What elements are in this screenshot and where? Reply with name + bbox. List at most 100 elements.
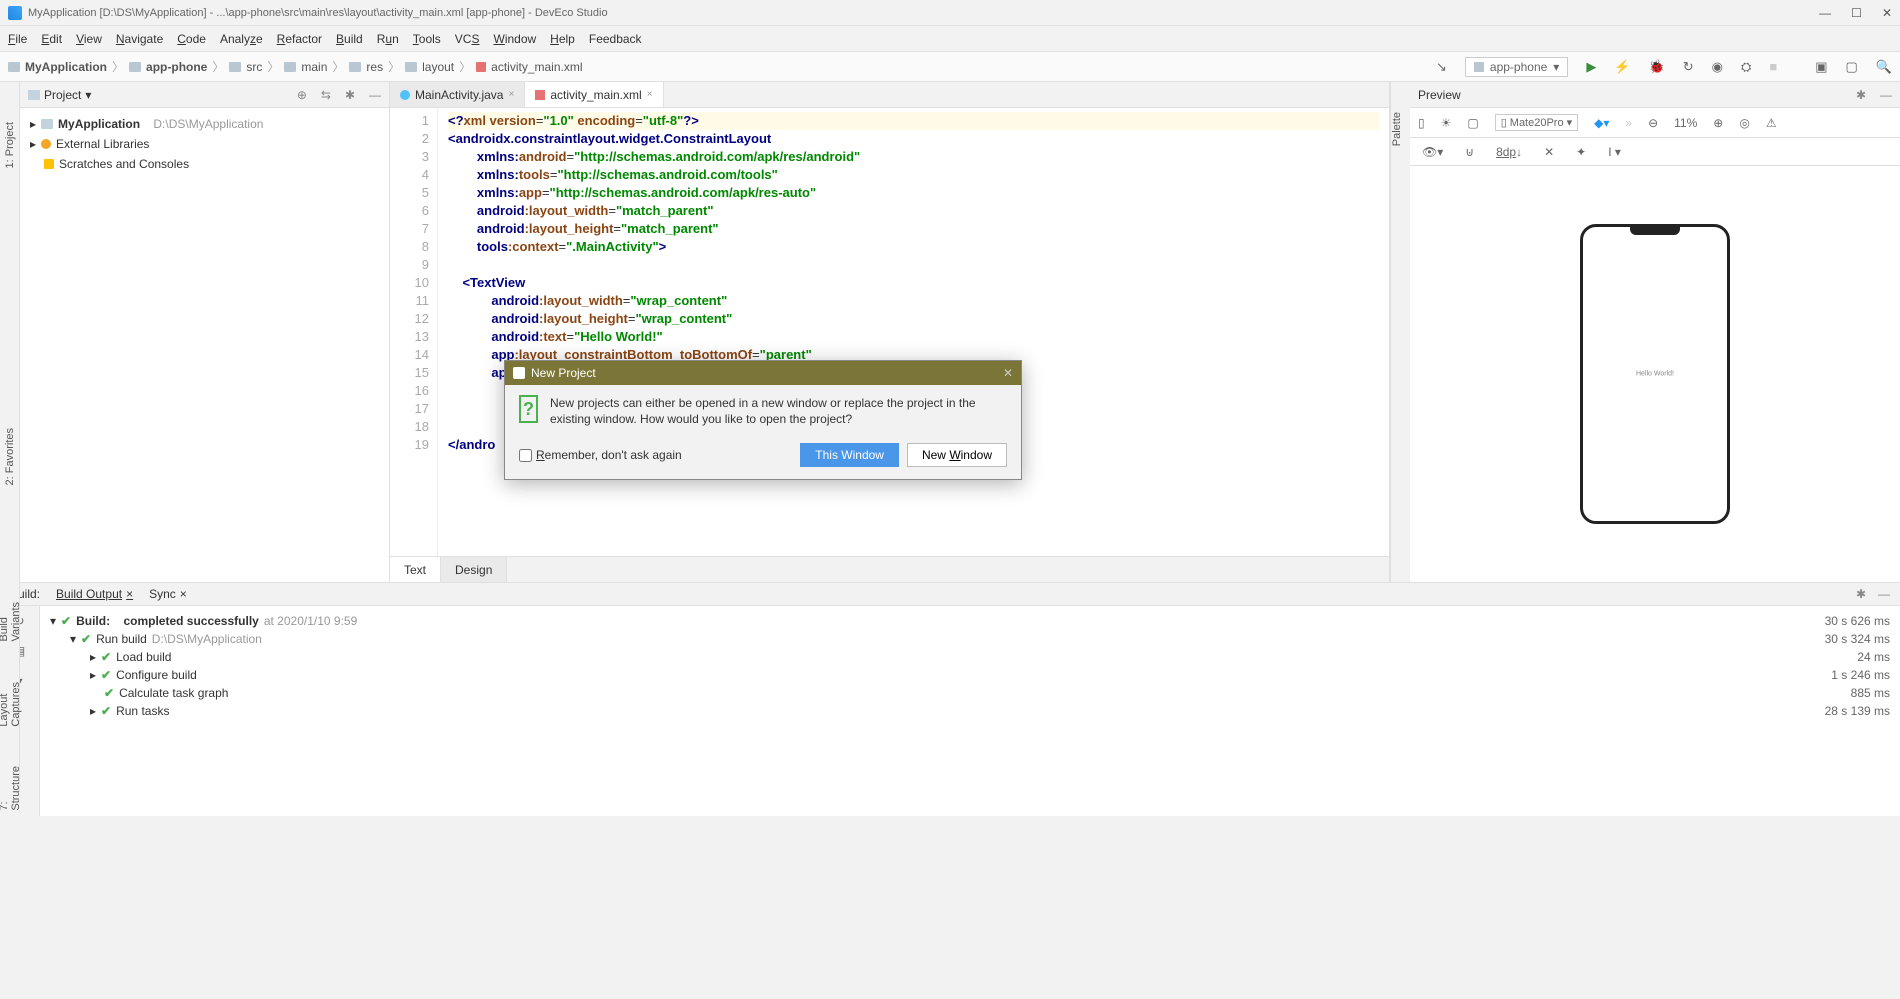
device-frame: Hello World! bbox=[1580, 224, 1730, 524]
project-view-label[interactable]: Project bbox=[44, 88, 81, 102]
avd-manager-icon[interactable]: ▣ bbox=[1815, 59, 1827, 75]
minimize-icon[interactable]: — bbox=[369, 88, 381, 102]
menu-code[interactable]: Code bbox=[177, 32, 206, 46]
theme-icon[interactable]: ▢ bbox=[1467, 116, 1478, 130]
build-calc[interactable]: ✔ Calculate task graph885 ms bbox=[50, 684, 1890, 702]
stop-icon[interactable]: ■ bbox=[1769, 59, 1777, 74]
breadcrumb[interactable]: MyApplication〉 app-phone〉 src〉 main〉 res… bbox=[8, 58, 583, 75]
tab-build-variants[interactable]: Build Variants bbox=[0, 602, 22, 642]
close-icon[interactable]: × bbox=[180, 587, 187, 601]
project-tree[interactable]: ▸ MyApplication D:\DS\MyApplication ▸ Ex… bbox=[20, 108, 389, 180]
crumb-module[interactable]: app-phone bbox=[146, 60, 207, 74]
menu-refactor[interactable]: Refactor bbox=[277, 32, 322, 46]
menu-vcs[interactable]: VCS bbox=[455, 32, 480, 46]
tab-structure[interactable]: 7: Structure bbox=[0, 766, 22, 811]
preview-toolbar-2: 👁▾ ⊍ 8dp↓ ✕ ✦ I ▾ bbox=[1410, 138, 1900, 166]
guidelines-icon[interactable]: I ▾ bbox=[1608, 145, 1621, 159]
view-options-icon[interactable]: 👁▾ bbox=[1422, 145, 1443, 159]
crumb-src[interactable]: src bbox=[246, 60, 262, 74]
close-icon[interactable]: × bbox=[126, 587, 133, 601]
remember-checkbox-input[interactable] bbox=[519, 449, 532, 462]
this-window-button[interactable]: This Window bbox=[800, 443, 899, 467]
gear-icon[interactable]: ✱ bbox=[1856, 587, 1866, 601]
gear-icon[interactable]: ✱ bbox=[1856, 88, 1866, 102]
close-tab-icon[interactable]: × bbox=[508, 89, 514, 100]
menu-analyze[interactable]: Analyze bbox=[220, 32, 263, 46]
build-root[interactable]: ▾ ✔ Build: completed successfully at 202… bbox=[50, 612, 1890, 630]
build-configure[interactable]: ▸ ✔ Configure build1 s 246 ms bbox=[50, 666, 1890, 684]
zoom-fit-icon[interactable]: ◎ bbox=[1739, 116, 1749, 130]
warnings-icon[interactable]: ⚠ bbox=[1766, 116, 1777, 130]
run-icon[interactable]: ▶ bbox=[1586, 59, 1596, 75]
code-editor[interactable]: 12345678910111213141516171819 <?xml vers… bbox=[390, 108, 1389, 556]
menu-edit[interactable]: Edit bbox=[41, 32, 62, 46]
clear-constraints-icon[interactable]: ✕ bbox=[1544, 145, 1554, 159]
api-level-icon[interactable]: ◆▾ bbox=[1594, 116, 1609, 130]
code-text[interactable]: <?xml version="1.0" encoding="utf-8"?><a… bbox=[438, 108, 1389, 556]
coverage-icon[interactable]: ↻ bbox=[1683, 59, 1694, 75]
bottom-tab-design[interactable]: Design bbox=[441, 557, 507, 582]
build-load[interactable]: ▸ ✔ Load build24 ms bbox=[50, 648, 1890, 666]
minimize-icon[interactable]: — bbox=[1878, 587, 1890, 601]
menu-tools[interactable]: Tools bbox=[413, 32, 441, 46]
build-tree[interactable]: ▾ ✔ Build: completed successfully at 202… bbox=[40, 606, 1900, 816]
expand-icon[interactable]: ⇆ bbox=[321, 88, 331, 102]
zoom-in-icon[interactable]: ⊕ bbox=[1713, 116, 1723, 130]
build-tasks[interactable]: ▸ ✔ Run tasks28 s 139 ms bbox=[50, 702, 1890, 720]
tree-project-root[interactable]: ▸ MyApplication D:\DS\MyApplication bbox=[30, 114, 379, 134]
build-tab-sync[interactable]: Sync × bbox=[149, 587, 187, 601]
menu-run[interactable]: Run bbox=[377, 32, 399, 46]
menu-navigate[interactable]: Navigate bbox=[116, 32, 163, 46]
dialog-titlebar[interactable]: New Project ✕ bbox=[505, 361, 1021, 385]
chevron-down-icon[interactable]: ▾ bbox=[85, 88, 91, 102]
search-icon[interactable]: 🔍 bbox=[1876, 59, 1892, 75]
minimize-button[interactable]: — bbox=[1819, 6, 1831, 20]
menu-feedback[interactable]: Feedback bbox=[589, 32, 642, 46]
attach-debugger-icon[interactable]: ⛭ bbox=[1741, 59, 1751, 75]
build-tab-output[interactable]: Build Output × bbox=[56, 587, 133, 601]
menu-view[interactable]: View bbox=[76, 32, 102, 46]
remember-checkbox[interactable]: Remember, don't ask again bbox=[519, 448, 682, 462]
menu-file[interactable]: File bbox=[8, 32, 27, 46]
close-tab-icon[interactable]: × bbox=[647, 89, 653, 100]
close-button[interactable]: ✕ bbox=[1882, 6, 1892, 20]
tab-layout-captures[interactable]: Layout Captures bbox=[0, 682, 22, 727]
maximize-button[interactable]: ☐ bbox=[1851, 6, 1862, 20]
sdk-manager-icon[interactable]: ▢ bbox=[1846, 59, 1858, 75]
tree-scratches[interactable]: Scratches and Consoles bbox=[30, 154, 379, 174]
build-run[interactable]: ▾ ✔ Run build D:\DS\MyApplication30 s 32… bbox=[50, 630, 1890, 648]
tab-palette[interactable]: Palette bbox=[1391, 112, 1403, 146]
tab-project[interactable]: 1: Project bbox=[4, 122, 16, 168]
profile-icon[interactable]: ◉ bbox=[1712, 59, 1723, 75]
tab-favorites[interactable]: 2: Favorites bbox=[4, 428, 16, 485]
run-config-combo[interactable]: app-phone▾ bbox=[1465, 57, 1568, 77]
crumb-res[interactable]: res bbox=[366, 60, 383, 74]
infer-constraints-icon[interactable]: ✦ bbox=[1576, 145, 1586, 159]
crumb-root[interactable]: MyApplication bbox=[25, 60, 107, 74]
apply-changes-icon[interactable]: ⚡ bbox=[1614, 59, 1630, 75]
tree-external-libs[interactable]: ▸ External Libraries bbox=[30, 134, 379, 154]
preview-canvas[interactable]: Hello World! bbox=[1410, 166, 1900, 582]
device-combo[interactable]: ▯Mate20Pro▾ bbox=[1495, 114, 1578, 131]
crumb-file[interactable]: activity_main.xml bbox=[491, 60, 582, 74]
default-margins[interactable]: 8dp↓ bbox=[1496, 145, 1522, 159]
crumb-main[interactable]: main bbox=[301, 60, 327, 74]
menu-build[interactable]: Build bbox=[336, 32, 363, 46]
debug-icon[interactable]: 🐞 bbox=[1649, 59, 1665, 75]
editor-tab-xml[interactable]: activity_main.xml× bbox=[525, 82, 663, 107]
new-window-button[interactable]: New Window bbox=[907, 443, 1007, 467]
night-mode-icon[interactable]: ☀ bbox=[1441, 116, 1452, 130]
magnet-icon[interactable]: ⊍ bbox=[1465, 145, 1474, 159]
menu-help[interactable]: Help bbox=[550, 32, 575, 46]
editor-tab-java[interactable]: MainActivity.java× bbox=[390, 82, 525, 107]
menu-window[interactable]: Window bbox=[493, 32, 536, 46]
build-hammer-icon[interactable]: ↘ bbox=[1436, 59, 1447, 75]
zoom-out-icon[interactable]: ⊖ bbox=[1648, 116, 1658, 130]
minimize-icon[interactable]: — bbox=[1880, 88, 1892, 102]
crumb-layout[interactable]: layout bbox=[422, 60, 454, 74]
device-orientation-icon[interactable]: ▯ bbox=[1418, 116, 1425, 130]
dialog-close-icon[interactable]: ✕ bbox=[1003, 366, 1013, 380]
gear-icon[interactable]: ✱ bbox=[345, 88, 355, 102]
bottom-tab-text[interactable]: Text bbox=[390, 557, 441, 582]
target-icon[interactable]: ⊕ bbox=[297, 88, 307, 102]
